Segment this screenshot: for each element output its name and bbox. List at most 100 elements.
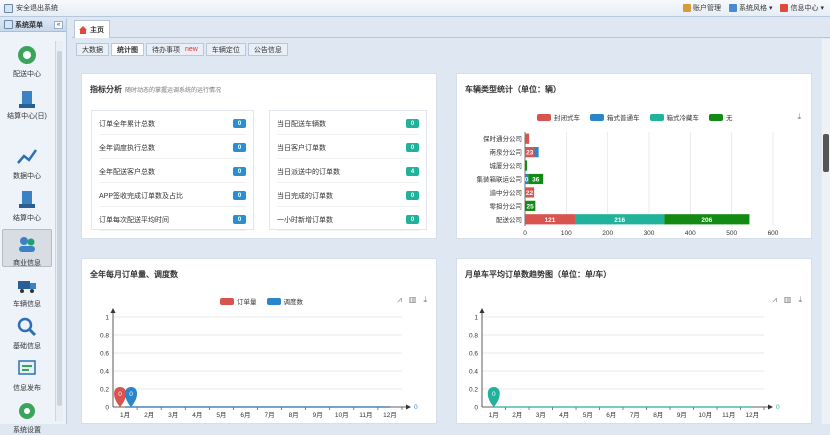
sidebar-item-system-settings[interactable]: 系统设置 [2,400,52,435]
content-scroll-thumb[interactable] [823,134,829,172]
y-tick-label: 0.4 [100,369,109,376]
indicator-label: 一小时新增订单数 [277,216,333,224]
indicator-value-badge: 0 [406,119,419,128]
sidebar-item-basic-info[interactable]: 基础信息 [2,316,52,351]
data-center-icon [16,146,38,168]
avg-orders-line-chart: 1 0.8 0.6 0.4 0.2 0 1月 2月 3月 4月 5月 6月 7月 8月 9月 10月 11月 12… [469,308,780,419]
indicator-value-badge: 0 [406,215,419,224]
sidebar-item-vehicle-info[interactable]: 车辆信息 [2,274,52,309]
x-tick-label: 600 [768,230,779,237]
subtab-todo-label: 待办事项 [152,46,180,54]
sidebar-scroll-thumb[interactable] [57,51,62,406]
indicator-row: 当日完成的订单数 0 [277,185,419,207]
pin-label: 0 [129,391,133,398]
x-tick-label: 1月 [120,411,130,419]
pin-label: 0 [492,391,496,398]
y-tick-label: 0.8 [469,333,478,340]
account-label: 账户管理 [692,5,721,12]
sidebar-item-data-center[interactable]: 数据中心 [2,146,52,181]
settlement-day-icon [16,88,38,110]
message-icon [780,4,789,12]
info-label: 信息中心 [790,5,819,12]
indicator-value-badge: 0 [233,215,246,224]
y-tick-label: 1 [105,315,109,322]
indicator-label: 当日完成的订单数 [277,192,333,200]
sidebar-item-settlement-day[interactable]: 结算中心(日) [2,88,52,121]
indicator-label: 当日客户订单数 [277,144,326,152]
info-publish-icon [16,358,38,380]
content-scrollbar[interactable] [822,39,830,424]
x-tick-label: 6月 [240,411,250,419]
indicator-label: 全年调度执行总数 [99,144,155,152]
subtab-statistics[interactable]: 统计图 [111,43,144,56]
sidebar-item-business-info[interactable]: 商业信息 [2,229,52,267]
y-tick-label: 0.2 [100,387,109,394]
indicator-value-badge: 0 [406,143,419,152]
x-tick-label: 11月 [359,411,372,419]
indicator-row: APP签收完成订单数及占比 0 [99,185,246,207]
tab-home[interactable]: 主页 [74,20,110,38]
business-info-icon [16,233,38,255]
indicator-label: 全年配送客户总数 [99,168,155,176]
indicator-value-badge: 0 [406,191,419,200]
x-tick-label: 2月 [144,411,154,419]
x-tick-label: 4月 [559,411,569,419]
main-content: 大数据 统计图 待办事项 new 车辆定位 公告信息 指标分析 随时动态的掌握运调系… [72,39,822,424]
indicator-label: 当日派送中的订单数 [277,168,340,176]
subtab-vehicle-location[interactable]: 车辆定位 [205,43,246,56]
end-value-label: 0 [776,404,780,411]
account-management-button[interactable]: 账户管理 [682,3,721,13]
top-bar: 安全退出系统 账户管理 系统风格 ▾ 信息中心 ▾ [0,0,830,17]
indicator-panel: 指标分析 随时动态的掌握运调系统的运行情况 订单全年累计总数 0 全年调度执行总数 0 全… [81,73,437,239]
subtab-big-data[interactable]: 大数据 [76,43,109,56]
category-label: 南泉分公司 [490,148,523,157]
collapse-sidebar-button[interactable]: « [54,21,63,29]
sidebar-item-label: 结算中心(日) [7,113,47,120]
y-tick-label: 0 [105,405,109,412]
delivery-center-icon [16,44,38,66]
system-style-menu[interactable]: 系统风格 ▾ [728,3,772,13]
exit-system-button[interactable]: 安全退出系统 [4,3,58,13]
sidebar-scrollbar[interactable] [55,41,63,421]
y-tick-label: 0.6 [100,351,109,358]
avg-orders-panel: 月单车平均订单数趋势图（单位：单/车） ⩘ ▥ ⤓ 1 0.8 0.6 0.4 0.2 0 1月… [456,258,812,424]
y-tick-label: 0.6 [469,351,478,358]
sidebar-item-settlement[interactable]: 结算中心 [2,188,52,223]
subtab-announcements[interactable]: 公告信息 [247,43,288,56]
x-tick-label: 11月 [722,411,735,419]
x-tick-label: 5月 [216,411,226,419]
x-tick-label: 9月 [677,411,687,419]
palette-icon [728,4,737,12]
data-pin: 0 [487,387,500,407]
x-tick-label: 8月 [653,411,663,419]
end-value-label: 0 [414,404,418,411]
category-label: 城厦分公司 [490,161,523,170]
indicator-row: 全年配送客户总数 0 [99,161,246,183]
category-label: 配送公司 [496,215,522,224]
indicator-row: 订单每次配送平均时间 0 [99,209,246,231]
indicator-label: 当日配送车辆数 [277,120,326,128]
indicator-left-box: 订单全年累计总数 0 全年调度执行总数 0 全年配送客户总数 0 APP签收完成订单数及占比… [91,110,254,231]
category-label: 渝中分公司 [490,188,523,197]
style-label: 系统风格 [738,5,767,12]
info-center-menu[interactable]: 信息中心 ▾ [780,3,824,13]
data-label: 121 [545,217,556,224]
bar-segment [525,133,530,144]
indicator-title-text: 指标分析 [90,85,122,94]
settlement-icon [16,188,38,210]
subtab-todo[interactable]: 待办事项 new [146,43,204,56]
sidebar-item-info-publish[interactable]: 信息发布 [2,358,52,393]
sidebar-item-delivery-center[interactable]: 配送中心 [2,44,52,79]
x-tick-label: 9月 [313,411,323,419]
indicator-label: 订单每次配送平均时间 [99,216,169,224]
vehicle-type-panel: 车辆类型统计（单位：辆） 封闭式车 箱式普通车 箱式冷藏车无 ⤓ 0 100 200 30… [456,73,812,239]
x-tick-label: 3月 [536,411,546,419]
x-tick-label: 4月 [192,411,202,419]
indicator-value-badge: 0 [233,119,246,128]
sidebar-item-label: 结算中心 [13,215,41,222]
sidebar-item-label: 信息发布 [13,385,41,392]
x-tick-label: 12月 [745,411,759,419]
indicator-value-badge: 0 [233,167,246,176]
category-label: 集装箱联运公司 [477,175,523,184]
bar-segment [525,160,528,171]
